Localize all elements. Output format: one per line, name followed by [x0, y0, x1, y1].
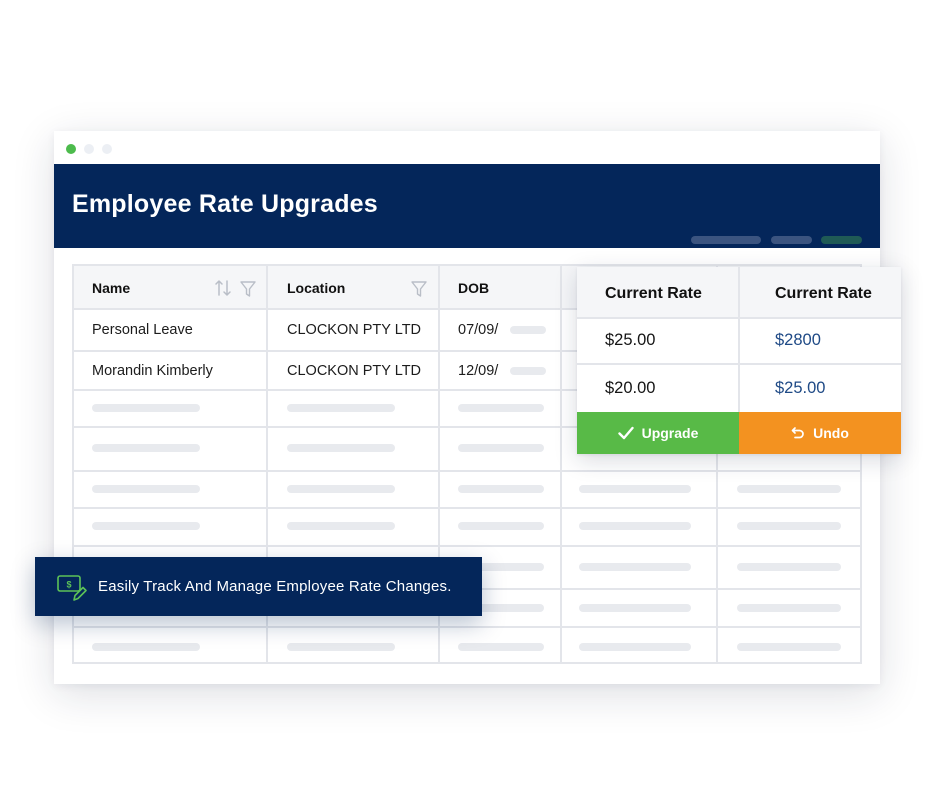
current-rate-value: $25.00 [605, 331, 656, 349]
placeholder-bar [92, 444, 200, 452]
window-control-green[interactable] [66, 144, 76, 154]
placeholder-bar [737, 604, 841, 612]
undo-button-label: Undo [813, 425, 849, 441]
placeholder-bar [579, 485, 691, 493]
placeholder-bar [458, 444, 544, 452]
placeholder-bar [287, 404, 395, 412]
rate-card-divider [577, 363, 901, 365]
undo-button[interactable]: Undo [739, 412, 901, 454]
upgrade-button[interactable]: Upgrade [577, 412, 739, 454]
cell-name: Morandin Kimberly [92, 363, 213, 379]
upgrade-button-label: Upgrade [641, 425, 699, 441]
placeholder-bar [579, 522, 691, 530]
rate-upgrade-card: Current Rate Current Rate $25.00 $2800 $… [577, 267, 901, 454]
banner-text: Easily Track And Manage Employee Rate Ch… [98, 578, 452, 595]
page-title: Employee Rate Upgrades [72, 190, 378, 218]
sort-icon[interactable] [214, 279, 232, 297]
cell-name: Personal Leave [92, 322, 193, 338]
placeholder-bar [287, 444, 395, 452]
header-placeholder-pill [691, 236, 761, 244]
placeholder-bar [737, 485, 841, 493]
placeholder-bar [287, 522, 395, 530]
placeholder-bar [737, 522, 841, 530]
column-header-new-rate: Current Rate [775, 285, 872, 302]
placeholder-bar [510, 367, 546, 375]
placeholder-bar [458, 485, 544, 493]
row-divider [72, 507, 862, 509]
column-header-dob[interactable]: DOB [458, 280, 489, 296]
cell-location: CLOCKON PTY LTD [287, 322, 422, 338]
placeholder-bar [737, 563, 841, 571]
placeholder-bar [579, 604, 691, 612]
header-placeholder-pill [771, 236, 812, 244]
check-icon [617, 426, 634, 440]
money-edit-icon: $ [57, 575, 87, 601]
feature-banner: $ Easily Track And Manage Employee Rate … [35, 557, 482, 616]
row-divider [72, 545, 862, 547]
column-header-name[interactable]: Name [92, 280, 130, 296]
placeholder-bar [92, 404, 200, 412]
placeholder-bar [510, 326, 546, 334]
placeholder-bar [92, 485, 200, 493]
window-control-2[interactable] [84, 144, 94, 154]
window-control-3[interactable] [102, 144, 112, 154]
new-rate-value[interactable]: $2800 [775, 331, 821, 350]
placeholder-bar [458, 404, 544, 412]
column-header-location[interactable]: Location [287, 280, 345, 296]
placeholder-bar [92, 522, 200, 530]
filter-icon[interactable] [239, 280, 257, 298]
placeholder-bar [287, 485, 395, 493]
current-rate-value: $20.00 [605, 379, 656, 397]
column-header-current-rate: Current Rate [605, 285, 702, 302]
rate-card-divider [577, 317, 901, 319]
placeholder-bar [579, 643, 691, 651]
placeholder-bar [579, 563, 691, 571]
placeholder-bar [737, 643, 841, 651]
filter-icon[interactable] [410, 280, 428, 298]
page-header: Employee Rate Upgrades [54, 164, 880, 248]
placeholder-bar [287, 643, 395, 651]
new-rate-value[interactable]: $25.00 [775, 379, 825, 398]
header-placeholder-pill [821, 236, 862, 244]
placeholder-bar [458, 522, 544, 530]
window-titlebar [54, 131, 880, 164]
placeholder-bar [92, 643, 200, 651]
row-divider [72, 626, 862, 628]
row-divider [72, 470, 862, 472]
rate-card-divider [738, 267, 740, 412]
cell-location: CLOCKON PTY LTD [287, 363, 422, 379]
cell-dob: 07/09/ [458, 322, 499, 338]
undo-icon [791, 427, 804, 439]
placeholder-bar [458, 643, 544, 651]
cell-dob: 12/09/ [458, 363, 499, 379]
column-divider [560, 264, 562, 664]
svg-text:$: $ [66, 580, 71, 590]
